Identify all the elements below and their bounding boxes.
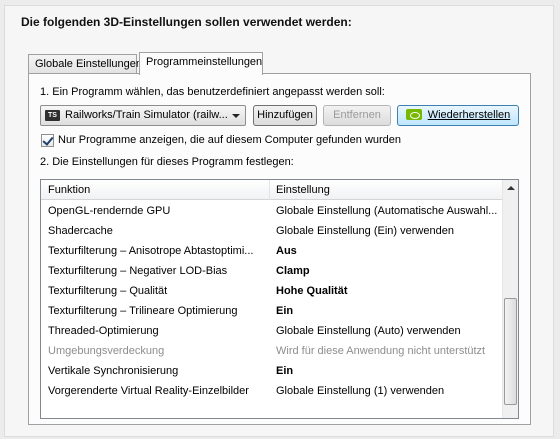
column-header-feature[interactable]: Funktion (48, 184, 90, 196)
row-setting: Ein (276, 305, 294, 317)
step2-label: 2. Die Einstellungen für dieses Programm… (40, 156, 294, 168)
settings-row[interactable]: Umgebungsverdeckung Wird für diese Anwen… (41, 342, 503, 362)
tab-program-settings[interactable]: Programmeinstellungen (139, 52, 263, 75)
scrollbar-thumb[interactable] (504, 298, 517, 405)
program-select[interactable]: TS Railworks/Train Simulator (railw... (40, 105, 246, 126)
row-feature: Vorgerenderte Virtual Reality-Einzelbild… (48, 385, 249, 397)
page-title: Die folgenden 3D-Einstellungen sollen ve… (21, 15, 352, 29)
row-feature: Texturfilterung – Negativer LOD-Bias (48, 265, 228, 277)
row-setting: Globale Einstellung (Auto) verwenden (276, 325, 461, 337)
settings-row[interactable]: Vorgerenderte Virtual Reality-Einzelbild… (41, 382, 503, 402)
settings-row[interactable]: Threaded-Optimierung Globale Einstellung… (41, 322, 503, 342)
row-setting: Wird für diese Anwendung nicht unterstüt… (276, 345, 486, 357)
chevron-down-icon (232, 114, 240, 118)
program-settings-page: 1. Ein Programm wählen, das benutzerdefi… (28, 73, 531, 425)
show-found-programs-label: Nur Programme anzeigen, die auf diesem C… (58, 134, 402, 146)
row-setting: Globale Einstellung (Automatische Auswah… (276, 205, 498, 217)
step1-label: 1. Ein Programm wählen, das benutzerdefi… (40, 86, 385, 98)
row-setting: Globale Einstellung (Ein) verwenden (276, 225, 454, 237)
settings-list[interactable]: Funktion Einstellung OpenGL-rendernde GP… (40, 179, 519, 419)
add-program-button[interactable]: Hinzufügen (253, 105, 317, 126)
restore-button[interactable]: Wiederherstellen (397, 105, 519, 126)
settings-row[interactable]: Texturfilterung – Trilineare Optimierung… (41, 302, 503, 322)
row-setting: Hohe Qualität (276, 285, 348, 297)
remove-program-button[interactable]: Entfernen (323, 105, 391, 126)
row-feature: Texturfilterung – Trilineare Optimierung (48, 305, 238, 317)
row-feature: Vertikale Synchronisierung (48, 365, 179, 377)
tab-global-settings[interactable]: Globale Einstellungen (28, 54, 142, 74)
show-found-programs-checkbox[interactable] (41, 134, 54, 147)
settings-row[interactable]: Texturfilterung – Qualität Hohe Qualität (41, 282, 503, 302)
row-feature: Shadercache (48, 225, 113, 237)
settings-row[interactable]: Vertikale Synchronisierung Ein (41, 362, 503, 382)
row-setting: Ein (276, 365, 294, 377)
row-feature: Threaded-Optimierung (48, 325, 159, 337)
row-setting: Globale Einstellung (1) verwenden (276, 385, 445, 397)
settings-row[interactable]: Shadercache Globale Einstellung (Ein) ve… (41, 222, 503, 242)
row-feature: Texturfilterung – Anisotrope Abtastoptim… (48, 245, 254, 257)
vertical-scrollbar[interactable] (502, 180, 518, 418)
row-feature: Umgebungsverdeckung (48, 345, 165, 357)
program-select-value: Railworks/Train Simulator (railw... (65, 109, 228, 121)
settings-row[interactable]: Texturfilterung – Anisotrope Abtastoptim… (41, 242, 503, 262)
row-setting: Aus (276, 245, 297, 257)
train-simulator-icon: TS (45, 110, 60, 121)
settings-row[interactable]: OpenGL-rendernde GPU Globale Einstellung… (41, 202, 503, 222)
row-feature: OpenGL-rendernde GPU (48, 205, 171, 217)
settings-row[interactable]: Texturfilterung – Negativer LOD-Bias Cla… (41, 262, 503, 282)
row-setting: Clamp (276, 265, 310, 277)
scroll-up-arrow-icon[interactable] (507, 186, 515, 190)
settings-list-header: Funktion Einstellung (41, 180, 503, 200)
column-divider[interactable] (269, 180, 270, 200)
nvidia-icon (405, 109, 422, 120)
column-header-setting[interactable]: Einstellung (276, 184, 330, 196)
restore-button-label: Wiederherstellen (427, 109, 511, 121)
row-feature: Texturfilterung – Qualität (48, 285, 168, 297)
